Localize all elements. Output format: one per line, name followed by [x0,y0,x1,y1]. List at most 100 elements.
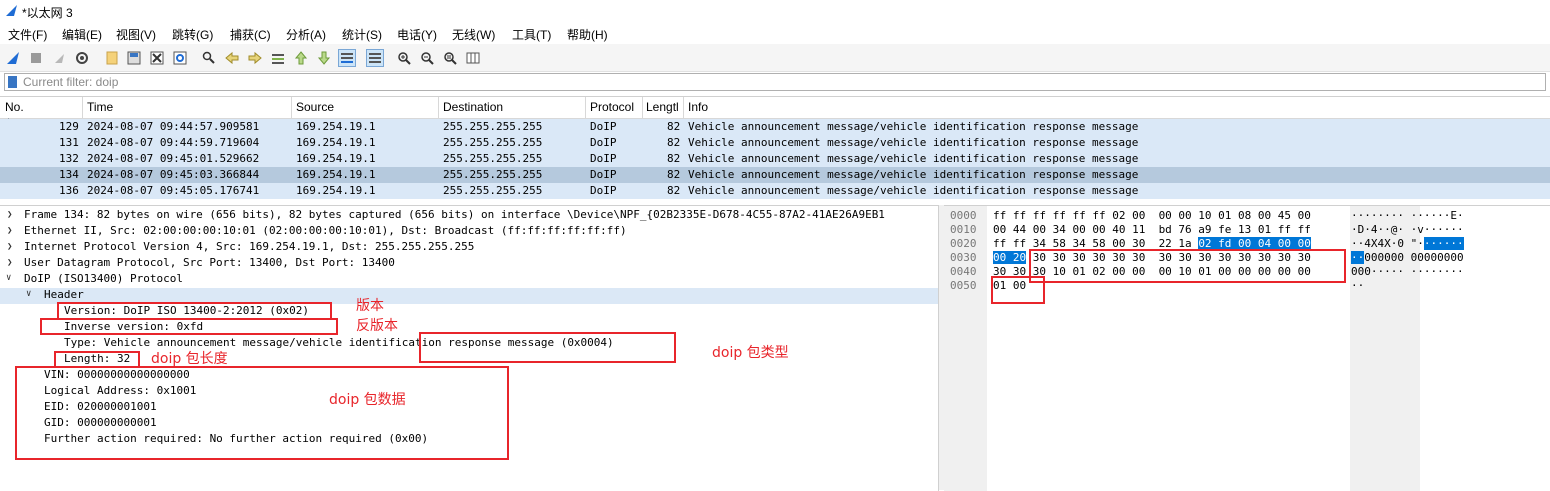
goto-packet-icon[interactable] [269,49,287,67]
menu-wireless[interactable]: 无线(W) [452,26,495,43]
packet-list-pane: No. Time Source Destination Protocol Len… [0,96,1550,199]
packet-destination: 255.255.255.255 [443,136,543,149]
byte-offset: 0020 [950,237,977,250]
menu-capture[interactable]: 捕获(C) [230,26,271,43]
annotation-version: 版本 [356,298,384,314]
restart-icon[interactable] [50,49,68,67]
packet-destination: 255.255.255.255 [443,184,543,197]
header-line[interactable]: Header [44,288,84,301]
packet-row[interactable]: 131 2024-08-07 09:44:59.719604 169.254.1… [0,135,1550,151]
collapse-arrow-icon[interactable]: ∨ [26,289,31,299]
column-info[interactable]: Info [688,100,708,114]
ip-line[interactable]: Internet Protocol Version 4, Src: 169.25… [24,240,474,253]
open-file-icon[interactable] [103,49,121,67]
packet-length: 82 [667,120,681,133]
colorize-icon[interactable] [366,49,384,67]
packet-row[interactable]: 136 2024-08-07 09:45:05.176741 169.254.1… [0,183,1550,199]
packet-row[interactable]: 132 2024-08-07 09:45:01.529662 169.254.1… [0,151,1550,167]
resize-columns-icon[interactable] [464,49,482,67]
udp-line[interactable]: User Datagram Protocol, Src Port: 13400,… [24,256,395,269]
collapse-arrow-icon[interactable]: ∨ [6,273,11,283]
autoscroll-icon[interactable] [338,49,356,67]
packet-no: 132 [59,152,79,165]
packet-time: 2024-08-07 09:45:01.529662 [87,152,260,165]
forward-icon[interactable] [246,49,264,67]
packet-no: 129 [59,120,79,133]
data-highlight-box [15,366,509,460]
bookmark-icon[interactable] [8,76,17,88]
column-source[interactable]: Source [296,100,334,114]
save-file-icon[interactable] [125,49,143,67]
menu-tools[interactable]: 工具(T) [512,26,551,43]
packet-length: 82 [667,152,681,165]
zoom-out-icon[interactable] [418,49,436,67]
ascii-highlight: ······ [1423,237,1464,250]
packet-info: Vehicle announcement message/vehicle ide… [688,120,1139,133]
expand-arrow-icon[interactable]: ❯ [7,210,12,220]
packet-info: Vehicle announcement message/vehicle ide… [688,168,1139,181]
capture-options-icon[interactable] [73,49,91,67]
packet-protocol: DoIP [590,136,617,149]
stop-icon[interactable] [27,49,45,67]
packet-info: Vehicle announcement message/vehicle ide… [688,184,1139,197]
hex-row[interactable]: ff ff ff ff ff ff 02 00 00 00 10 01 08 0… [993,209,1311,222]
hex-row[interactable]: 00 44 00 34 00 00 40 11 bd 76 a9 fe 13 0… [993,223,1311,236]
ascii-highlight: ·· [1351,251,1365,264]
menu-view[interactable]: 视图(V) [116,26,156,43]
main-toolbar [0,44,1550,72]
frame-line[interactable]: Frame 134: 82 bytes on wire (656 bits), … [24,208,885,221]
packet-row-selected[interactable]: 134 2024-08-07 09:45:03.366844 169.254.1… [0,167,1550,183]
column-protocol[interactable]: Protocol [590,100,634,114]
packet-protocol: DoIP [590,152,617,165]
shark-fin-start-icon[interactable] [4,49,22,67]
annotation-length: doip 包长度 [151,351,228,367]
packet-row[interactable]: 129 2024-08-07 09:44:57.909581 169.254.1… [0,119,1550,135]
ascii-row[interactable]: ··000000 00000000 [1351,251,1464,264]
expand-arrow-icon[interactable]: ❯ [7,242,12,252]
ascii-row[interactable]: ··4X4X·0 "······· [1351,237,1464,250]
close-file-icon[interactable] [148,49,166,67]
doip-line[interactable]: DoIP (ISO13400) Protocol [24,272,183,285]
expand-arrow-icon[interactable]: ❯ [7,226,12,236]
menu-edit[interactable]: 编辑(E) [62,26,102,43]
find-icon[interactable] [200,49,218,67]
menu-file[interactable]: 文件(F) [8,26,47,43]
ascii-row[interactable]: 000····· ········ [1351,265,1464,278]
ascii-row[interactable]: ·· [1351,279,1364,292]
menu-statistics[interactable]: 统计(S) [342,26,382,43]
first-packet-icon[interactable] [292,49,310,67]
menu-analyze[interactable]: 分析(A) [286,26,326,43]
packet-time: 2024-08-07 09:44:57.909581 [87,120,260,133]
window-title: *以太网 3 [22,6,73,20]
ascii-row[interactable]: ·D·4··@· ·v······ [1351,223,1464,236]
expand-arrow-icon[interactable]: ❯ [7,258,12,268]
last-packet-icon[interactable] [315,49,333,67]
column-time[interactable]: Time [87,100,113,114]
packet-time: 2024-08-07 09:44:59.719604 [87,136,260,149]
hex-highlight: 00 20 [993,251,1027,264]
annotation-inverse-version: 反版本 [356,318,398,334]
zoom-in-icon[interactable] [395,49,413,67]
ethernet-line[interactable]: Ethernet II, Src: 02:00:00:00:10:01 (02:… [24,224,627,237]
byte-offset: 0050 [950,279,977,292]
back-icon[interactable] [223,49,241,67]
ascii-row[interactable]: ········ ······E· [1351,209,1464,222]
column-destination[interactable]: Destination [443,100,503,114]
packet-destination: 255.255.255.255 [443,120,543,133]
normal-size-icon[interactable] [441,49,459,67]
menu-go[interactable]: 跳转(G) [172,26,213,43]
packet-bytes-pane: 0000 0010 0020 0030 0040 0050 ff ff ff f… [944,205,1550,491]
packet-source: 169.254.19.1 [296,120,376,133]
menu-help[interactable]: 帮助(H) [567,26,608,43]
reload-icon[interactable] [171,49,189,67]
menu-telephony[interactable]: 电话(Y) [397,26,437,43]
packet-length: 82 [667,168,681,181]
display-filter-input[interactable] [23,75,1523,89]
type-highlight-box [419,332,676,363]
column-length[interactable]: Lengtl [646,100,679,114]
title-bar: *以太网 3 [0,0,1550,22]
column-no[interactable]: No. [5,100,24,114]
hex-data-tail-box [991,276,1045,304]
packet-no: 131 [59,136,79,149]
packet-length: 82 [667,184,681,197]
